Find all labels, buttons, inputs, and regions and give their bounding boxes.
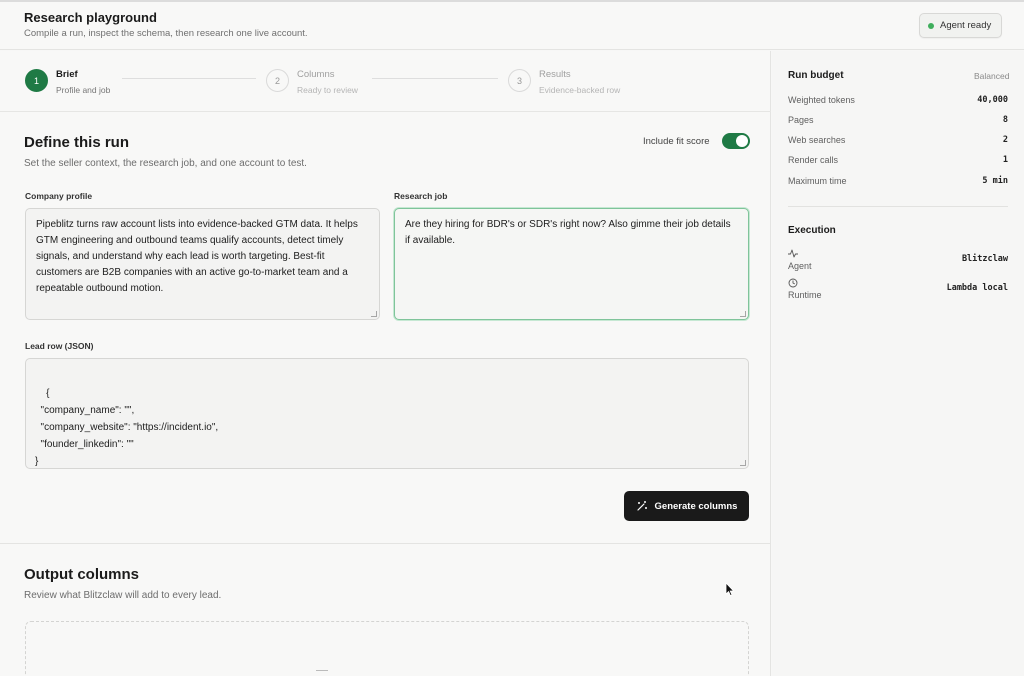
generate-columns-button[interactable]: Generate columns	[624, 491, 749, 521]
budget-row-web-searches: Web searches 2	[788, 135, 1008, 149]
budget-value: 1	[1002, 155, 1008, 165]
agent-status-label: Agent ready	[940, 20, 992, 31]
budget-label: Web searches	[788, 135, 846, 145]
budget-value: 2	[1002, 135, 1008, 145]
step-results[interactable]: 3 Results Evidence-backed row	[508, 69, 620, 97]
output-columns-empty-area	[25, 621, 749, 676]
runtime-label: Runtime	[788, 290, 822, 300]
magic-wand-icon	[636, 501, 647, 511]
step-title: Brief	[56, 69, 78, 80]
stepper: 1 Brief Profile and job 2 Columns Ready …	[0, 51, 771, 112]
resize-handle-icon[interactable]	[740, 460, 746, 466]
company-profile-textarea[interactable]: Pipeblitz turns raw account lists into e…	[25, 208, 380, 320]
step-title: Columns	[297, 69, 335, 80]
lead-row-label: Lead row (JSON)	[25, 341, 94, 351]
output-columns-title: Output columns	[24, 566, 139, 583]
budget-label: Render calls	[788, 155, 839, 165]
agent-status-badge[interactable]: Agent ready	[919, 13, 1002, 38]
generate-columns-label: Generate columns	[654, 500, 738, 512]
step-columns[interactable]: 2 Columns Ready to review	[266, 69, 358, 97]
agent-label: Agent	[788, 261, 812, 271]
research-job-text: Are they hiring for BDR's or SDR's right…	[405, 219, 731, 246]
main-panel: 1 Brief Profile and job 2 Columns Ready …	[0, 51, 771, 676]
step-connector	[122, 78, 256, 79]
lead-row-json-text: { "company_name": "", "company_website":…	[35, 388, 219, 467]
lead-row-json-textarea[interactable]: { "company_name": "", "company_website":…	[25, 358, 749, 469]
agent-value: Blitzclaw	[961, 254, 1008, 264]
resize-handle-icon[interactable]	[740, 311, 746, 317]
budget-row-pages: Pages 8	[788, 115, 1008, 129]
execution-title: Execution	[788, 225, 836, 236]
page-header: Research playground Compile a run, inspe…	[0, 2, 1024, 50]
clock-icon	[788, 278, 798, 288]
runtime-value: Lambda local	[946, 283, 1008, 293]
placeholder-mark	[316, 670, 328, 672]
step-number: 3	[508, 69, 531, 92]
step-title: Results	[539, 69, 571, 80]
resize-handle-icon[interactable]	[371, 311, 377, 317]
budget-row-render-calls: Render calls 1	[788, 155, 1008, 169]
step-brief[interactable]: 1 Brief Profile and job	[25, 69, 110, 97]
company-profile-label: Company profile	[25, 191, 93, 201]
step-number: 1	[25, 69, 48, 92]
activity-icon	[788, 249, 798, 258]
budget-row-tokens: Weighted tokens 40,000	[788, 95, 1008, 109]
page-subtitle: Compile a run, inspect the schema, then …	[24, 28, 308, 39]
execution-row-runtime: Runtime Lambda local	[788, 278, 1008, 304]
step-connector	[372, 78, 498, 79]
fit-score-toggle[interactable]	[722, 133, 750, 149]
mouse-cursor-icon	[725, 582, 735, 597]
budget-row-max-time: Maximum time 5 min	[788, 176, 1008, 190]
side-divider	[788, 206, 1008, 207]
execution-row-agent: Agent Blitzclaw	[788, 249, 1008, 275]
budget-label: Pages	[788, 115, 814, 125]
budget-value: 40,000	[977, 95, 1008, 105]
research-job-textarea[interactable]: Are they hiring for BDR's or SDR's right…	[394, 208, 749, 320]
define-run-title: Define this run	[24, 134, 130, 151]
budget-value: 8	[1002, 115, 1008, 125]
research-job-label: Research job	[394, 191, 448, 201]
step-subtitle: Profile and job	[56, 85, 111, 95]
run-budget-title: Run budget	[788, 70, 844, 81]
step-number: 2	[266, 69, 289, 92]
budget-mode-label: Balanced	[974, 71, 1010, 81]
status-dot-icon	[928, 22, 934, 29]
budget-value: 5 min	[982, 176, 1008, 186]
fit-score-label: Include fit score	[643, 136, 710, 147]
side-panel: Run budget Balanced Weighted tokens 40,0…	[772, 51, 1024, 676]
company-profile-text: Pipeblitz turns raw account lists into e…	[36, 219, 358, 294]
budget-label: Weighted tokens	[788, 95, 855, 105]
page-title: Research playground	[24, 10, 157, 25]
section-divider	[0, 543, 771, 544]
output-columns-description: Review what Blitzclaw will add to every …	[24, 590, 222, 601]
define-run-description: Set the seller context, the research job…	[24, 158, 307, 169]
step-subtitle: Evidence-backed row	[539, 85, 621, 95]
toggle-knob	[736, 135, 748, 147]
budget-label: Maximum time	[788, 176, 847, 186]
step-subtitle: Ready to review	[297, 85, 358, 95]
